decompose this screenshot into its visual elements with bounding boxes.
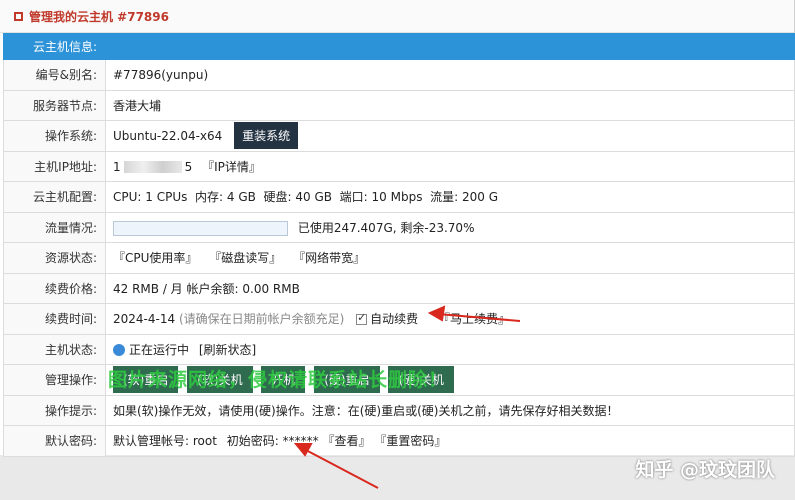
section-header-row: 云主机信息: xyxy=(3,33,795,60)
server-status: 正在运行中 xyxy=(129,342,190,357)
soft-reboot-button[interactable]: (软)重启 xyxy=(113,366,179,394)
hard-reboot-button[interactable]: (硬)重启 xyxy=(314,366,380,394)
square-bullet-icon xyxy=(14,11,23,21)
initial-password: ****** xyxy=(282,434,319,449)
reset-password-link[interactable]: 『重置密码』 xyxy=(374,434,446,448)
row-label: 云主机配置: xyxy=(3,181,106,213)
soft-shutdown-button[interactable]: (软)关机 xyxy=(187,366,253,394)
server-info-table: 云主机信息: 编号&别名: #77896(yunpu) 服务器节点: 香港大埔 … xyxy=(3,33,795,457)
row-label: 默认密码: xyxy=(3,425,106,457)
auto-renew-label[interactable]: 自动续费 xyxy=(370,312,418,326)
ip-prefix: 1 xyxy=(113,159,121,174)
account-balance: 0.00 RMB xyxy=(242,281,300,296)
row-label: 服务器节点: xyxy=(3,89,106,121)
row-config: 云主机配置: CPU: 1 CPUs 内存: 4 GB 硬盘: 40 GB 端口… xyxy=(3,181,795,213)
renewal-date: 2024-4-14 xyxy=(113,312,176,327)
row-password: 默认密码: 默认管理帐号: root 初始密码: ****** 『查看』 『重置… xyxy=(3,425,795,457)
auto-renew-checkbox[interactable] xyxy=(356,311,368,326)
server-node: 香港大埔 xyxy=(105,89,795,121)
traffic-progress-bar xyxy=(113,220,288,236)
row-os: 操作系统: Ubuntu-22.04-x64 重装系统 xyxy=(3,120,795,152)
server-management-panel: 管理我的云主机 #77896 云主机信息: 编号&别名: #77896(yunp… xyxy=(0,0,795,457)
server-id: #77896(yunpu) xyxy=(105,59,795,91)
row-label: 续费时间: xyxy=(3,303,106,335)
disk-value: 40 GB xyxy=(295,190,333,205)
row-label: 编号&别名: xyxy=(3,59,106,91)
row-renew: 续费时间: 2024-4-14 (请确保在日期前帐户余额充足) 自动续费 『马上… xyxy=(3,303,795,335)
os-name: Ubuntu-22.04-x64 xyxy=(113,129,223,144)
redacted-ip xyxy=(123,161,182,174)
row-ip: 主机IP地址: 1 5 『IP详情』 xyxy=(3,150,795,182)
row-label: 管理操作: xyxy=(3,364,106,396)
refresh-status-link[interactable]: [刷新状态] xyxy=(199,343,256,357)
row-label: 流量情况: xyxy=(3,211,106,243)
row-label: 资源状态: xyxy=(3,242,106,274)
row-tips: 操作提示: 如果(软)操作无效，请使用(硬)操作。注意：在(硬)重启或(硬)关机… xyxy=(3,394,795,426)
section-header: 云主机信息: xyxy=(3,33,106,60)
row-id: 编号&别名: #77896(yunpu) xyxy=(3,59,795,91)
disk-io-link[interactable]: 『磁盘读写』 xyxy=(209,251,281,265)
row-label: 主机状态: xyxy=(3,333,106,365)
operation-tips: 如果(软)操作无效，请使用(硬)操作。注意：在(硬)重启或(硬)关机之前，请先保… xyxy=(105,394,795,426)
row-price: 续费价格: 42 RMB / 月 帐户余额: 0.00 RMB xyxy=(3,272,795,304)
network-bandwidth-link[interactable]: 『网络带宽』 xyxy=(293,251,365,265)
row-traffic: 流量情况: 已使用247.407G, 剩余-23.70% xyxy=(3,211,795,243)
row-status: 主机状态: 正在运行中 [刷新状态] xyxy=(3,333,795,365)
traffic-usage-text: 已使用247.407G, 剩余-23.70% xyxy=(297,220,475,235)
row-node: 服务器节点: 香港大埔 xyxy=(3,89,795,121)
reinstall-os-button[interactable]: 重装系统 xyxy=(234,122,299,150)
brand-watermark: 知乎 @玟玟团队 xyxy=(635,459,775,481)
cpu-value: 1 CPUs xyxy=(145,190,188,205)
row-label: 续费价格: xyxy=(3,272,106,304)
server-config: CPU: 1 CPUs 内存: 4 GB 硬盘: 40 GB 端口: 10 Mb… xyxy=(105,181,795,213)
view-password-link[interactable]: 『查看』 xyxy=(322,434,370,448)
running-status-icon xyxy=(113,344,125,357)
row-label: 操作系统: xyxy=(3,120,106,152)
memory-value: 4 GB xyxy=(226,190,256,205)
panel-title: 管理我的云主机 #77896 xyxy=(0,0,794,33)
renew-now-link[interactable]: 『马上续费』 xyxy=(438,312,510,326)
ip-suffix: 5 xyxy=(184,159,193,174)
power-on-button[interactable]: 开机 xyxy=(261,366,306,394)
ip-details-link[interactable]: 『IP详情』 xyxy=(202,160,261,174)
hard-shutdown-button[interactable]: (硬)关机 xyxy=(388,366,454,394)
row-resources: 资源状态: 『CPU使用率』 『磁盘读写』 『网络带宽』 xyxy=(3,242,795,274)
renewal-hint: (请确保在日期前帐户余额充足) xyxy=(178,312,345,327)
row-ops: 管理操作: (软)重启 (软)关机 开机 (硬)重启 (硬)关机 xyxy=(3,364,795,396)
panel-title-text: 管理我的云主机 #77896 xyxy=(29,9,169,24)
row-label: 操作提示: xyxy=(3,394,106,426)
cpu-usage-link[interactable]: 『CPU使用率』 xyxy=(113,251,197,265)
admin-account: root xyxy=(192,434,217,449)
port-value: 10 Mbps xyxy=(371,190,423,205)
renewal-price: 42 RMB / 月 xyxy=(113,281,183,296)
traffic-quota-value: 200 G xyxy=(462,190,499,205)
row-label: 主机IP地址: xyxy=(3,150,106,182)
